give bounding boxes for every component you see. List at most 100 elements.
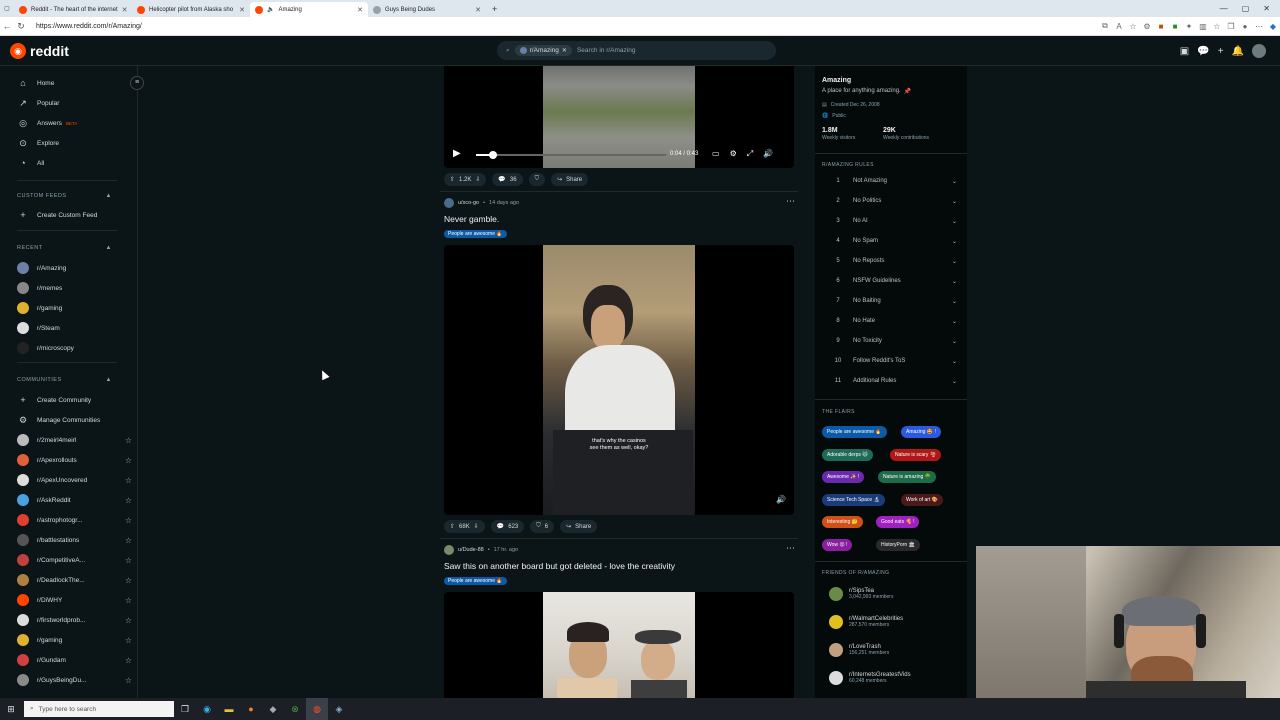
- post3-flair[interactable]: People are awesome 🔥: [444, 577, 507, 585]
- comments-button[interactable]: 💬 623: [490, 520, 525, 533]
- community-item[interactable]: r/firstworldprob... ☆: [17, 613, 132, 627]
- recent-community-item[interactable]: r/microscopy: [17, 341, 132, 355]
- share-button[interactable]: ↪ Share: [551, 173, 589, 186]
- collections-icon[interactable]: ❐: [1224, 22, 1238, 31]
- recent-community-item[interactable]: r/gaming: [17, 301, 132, 315]
- favorite-star-icon[interactable]: ☆: [1126, 22, 1140, 31]
- new-tab-icon[interactable]: +: [492, 4, 497, 14]
- rule-item[interactable]: 8 No Hate ⌄: [829, 315, 957, 327]
- search-input[interactable]: Search in r/Amazing: [577, 47, 636, 54]
- sidebar-item-answers[interactable]: ◎ Answers BETA: [17, 116, 132, 130]
- rule-item[interactable]: 4 No Spam ⌄: [829, 235, 957, 247]
- create-custom-feed-button[interactable]: + Create Custom Feed: [17, 208, 132, 222]
- flair-chip[interactable]: Wow 😮 !: [822, 539, 853, 551]
- post3-username[interactable]: u/Dude-88: [458, 547, 484, 553]
- browser-tab-amazing[interactable]: 🔈 Amazing ✕: [250, 2, 368, 17]
- upvote-icon[interactable]: ⇧: [450, 176, 455, 183]
- settings-gear-icon[interactable]: ⚙: [730, 149, 737, 159]
- search-bar[interactable]: ⌕ r/Amazing ✕ Search in r/Amazing: [497, 41, 776, 60]
- rule-item[interactable]: 1 Not Amazing ⌄: [829, 175, 957, 187]
- favorite-star-icon[interactable]: ☆: [125, 456, 132, 465]
- rule-item[interactable]: 11 Additional Rules ⌄: [829, 375, 957, 387]
- browser-tab-reddit[interactable]: Reddit - The heart of the internet ✕: [14, 2, 132, 17]
- award-button[interactable]: ⛉ 6: [530, 520, 555, 533]
- flair-chip[interactable]: Adorable derps 🐱: [822, 449, 873, 461]
- recent-community-item[interactable]: r/Amazing: [17, 261, 132, 275]
- share-button[interactable]: ↪ Share: [560, 520, 598, 533]
- community-item[interactable]: r/DiWHY ☆: [17, 593, 132, 607]
- extension-icon[interactable]: ⚙: [1140, 22, 1154, 31]
- flair-chip[interactable]: Nature is scary 🌪: [890, 449, 942, 461]
- community-item[interactable]: r/CompetitiveA... ☆: [17, 553, 132, 567]
- chat-icon[interactable]: 💬: [1197, 46, 1209, 57]
- favorite-star-icon[interactable]: ☆: [125, 596, 132, 605]
- post1-video-player[interactable]: ▶ 0:04 / 0:43 ▭ ⚙ ⤢ 🔊: [444, 66, 794, 168]
- custom-feeds-heading[interactable]: CUSTOM FEEDS ▲: [17, 193, 112, 199]
- recent-community-item[interactable]: r/Steam: [17, 321, 132, 335]
- close-tab-icon[interactable]: ✕: [239, 6, 245, 14]
- rule-item[interactable]: 3 No AI ⌄: [829, 215, 957, 227]
- fullscreen-icon[interactable]: ⤢: [747, 149, 753, 159]
- rule-item[interactable]: 7 No Baiting ⌄: [829, 295, 957, 307]
- friend-community-item[interactable]: r/InternetsGreatestVids 60,248 members: [829, 671, 911, 685]
- favorite-star-icon[interactable]: ☆: [125, 556, 132, 565]
- close-tab-icon[interactable]: ✕: [122, 6, 128, 14]
- video-progress-track[interactable]: [476, 154, 666, 156]
- sidebar-item-explore[interactable]: ⊙ Explore: [17, 136, 132, 150]
- close-tab-icon[interactable]: ✕: [475, 6, 481, 14]
- post2-title[interactable]: Never gamble.: [444, 214, 499, 224]
- close-window-icon[interactable]: ✕: [1263, 4, 1270, 13]
- captions-icon[interactable]: ▭: [712, 149, 720, 159]
- collapse-sidebar-button[interactable]: ≡: [130, 76, 144, 90]
- upvote-icon[interactable]: ⇧: [450, 523, 455, 530]
- flair-chip[interactable]: Amazing 🤩 !: [901, 426, 941, 438]
- community-item[interactable]: r/DeadlockThe... ☆: [17, 573, 132, 587]
- close-tab-icon[interactable]: ✕: [357, 6, 363, 14]
- post2-flair[interactable]: People are awesome 🔥: [444, 230, 507, 238]
- file-explorer-icon[interactable]: ▬: [218, 698, 240, 720]
- flair-chip[interactable]: Interesting 🤔: [822, 516, 863, 528]
- create-post-icon[interactable]: +: [1218, 46, 1224, 57]
- community-item[interactable]: r/2meirl4meirl ☆: [17, 433, 132, 447]
- community-item[interactable]: r/Apexrollouts ☆: [17, 453, 132, 467]
- post2-video-player[interactable]: that's why the casinos see them as well,…: [444, 245, 794, 515]
- video-scrubber-handle[interactable]: [489, 151, 497, 159]
- favorite-star-icon[interactable]: ☆: [125, 536, 132, 545]
- favorites-icon[interactable]: ☆: [1210, 22, 1224, 31]
- copilot-icon[interactable]: ◆: [1266, 22, 1280, 31]
- translate-icon[interactable]: ⧉: [1098, 21, 1112, 31]
- volume-icon[interactable]: 🔊: [776, 495, 786, 504]
- sidebar-item-popular[interactable]: ↗ Popular: [17, 96, 132, 110]
- firefox-icon[interactable]: ●: [240, 698, 262, 720]
- rule-item[interactable]: 10 Follow Reddit's ToS ⌄: [829, 355, 957, 367]
- communities-heading[interactable]: COMMUNITIES ▲: [17, 377, 112, 383]
- downvote-icon[interactable]: ⇩: [474, 523, 479, 530]
- favorite-star-icon[interactable]: ☆: [125, 516, 132, 525]
- advertise-icon[interactable]: ▣: [1180, 46, 1189, 57]
- notifications-icon[interactable]: 🔔: [1232, 46, 1244, 57]
- favorite-star-icon[interactable]: ☆: [125, 636, 132, 645]
- split-screen-icon[interactable]: ▥: [1196, 22, 1210, 31]
- reload-icon[interactable]: ↻: [14, 21, 28, 32]
- browser-tab-helicopter[interactable]: Helicopter pilot from Alaska sho ✕: [132, 2, 250, 17]
- windows-start-icon[interactable]: ⊞: [0, 698, 22, 720]
- search-scope-chip[interactable]: r/Amazing ✕: [514, 45, 572, 56]
- favorite-star-icon[interactable]: ☆: [125, 496, 132, 505]
- minimize-icon[interactable]: —: [1220, 4, 1228, 13]
- community-item[interactable]: r/GuysBeingDu... ☆: [17, 673, 132, 687]
- flair-chip[interactable]: HistoryPorn 🏛: [876, 539, 920, 551]
- sidebar-item-all[interactable]: ◔ All: [17, 156, 132, 170]
- favorite-star-icon[interactable]: ☆: [125, 436, 132, 445]
- rule-item[interactable]: 2 No Politics ⌄: [829, 195, 957, 207]
- recent-community-item[interactable]: r/memes: [17, 281, 132, 295]
- post2-more-options-icon[interactable]: ⋯: [786, 196, 795, 207]
- browser-tab-guys[interactable]: Guys Being Dudes ✕: [368, 2, 486, 17]
- friend-community-item[interactable]: r/SipsTea 3,042,993 members: [829, 587, 893, 601]
- sidebar-item-home[interactable]: ⌂ Home: [17, 76, 132, 90]
- community-item[interactable]: r/battlestations ☆: [17, 533, 132, 547]
- xbox-icon[interactable]: ⊗: [284, 698, 306, 720]
- flair-chip[interactable]: Awesome ✨ !: [822, 471, 865, 483]
- extension-icon[interactable]: ■: [1168, 22, 1182, 31]
- url-field[interactable]: https://www.reddit.com/r/Amazing/: [36, 23, 1098, 30]
- community-item[interactable]: r/astrophotogr... ☆: [17, 513, 132, 527]
